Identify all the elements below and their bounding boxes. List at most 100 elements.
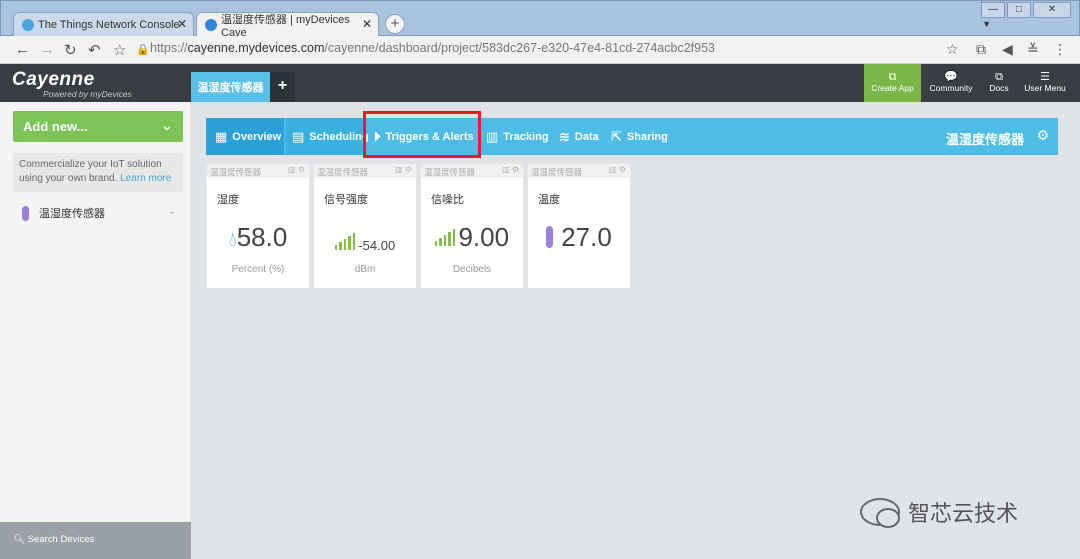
widget-source: 温湿度传感器 — [531, 167, 583, 177]
reload-icon[interactable]: ↻ — [64, 41, 77, 59]
create-app-icon: ⧉ — [888, 71, 897, 83]
gear-icon[interactable]: ⚙ — [405, 165, 412, 174]
thermometer-icon — [546, 226, 554, 248]
cloud-icon — [22, 19, 34, 31]
user-menu-button[interactable]: ☰ User Menu — [1021, 64, 1069, 102]
calendar-icon: ▤ — [292, 128, 305, 144]
widget-signal-strength[interactable]: 温湿度传感器 ▥ ⚙ 信号强度 -54.00 dBm — [313, 163, 417, 289]
chart-icon[interactable]: ▥ — [288, 165, 296, 174]
widget-title: 湿度 — [217, 194, 239, 206]
widget-title: 温度 — [538, 194, 560, 206]
gear-icon[interactable]: ⚙ — [619, 165, 626, 174]
map-icon: ▥ — [486, 128, 499, 144]
widget-unit: Decibels — [452, 264, 492, 275]
water-drop-icon: 💧︎ — [228, 229, 237, 251]
search-devices[interactable]: 🔍︎ Search Devices — [0, 522, 191, 559]
tab-label: Overview — [232, 130, 282, 143]
project-tab[interactable]: 温湿度传感器 — [191, 72, 270, 102]
gear-icon[interactable]: ⚙ — [512, 165, 519, 174]
community-button[interactable]: 💬 Community — [926, 64, 976, 102]
docs-button[interactable]: ⧉ Docs — [985, 64, 1013, 102]
gear-icon[interactable]: ⚙ — [1036, 127, 1049, 144]
user-menu-label: User Menu — [1024, 83, 1066, 93]
watermark-text: 智芯云技术 — [908, 501, 1019, 526]
widget-tools: ▥ ⚙ — [395, 165, 412, 174]
search-devices-label: Search Devices — [27, 534, 95, 545]
new-tab-button[interactable]: + — [385, 14, 405, 34]
create-app-button[interactable]: ⧉ Create App — [864, 64, 921, 102]
widget-title: 信号强度 — [324, 194, 368, 206]
browser-tab-cayenne[interactable]: 温湿度传感器 | myDevices Caye ✕ — [196, 12, 379, 39]
widget-source: 温湿度传感器 — [424, 167, 476, 177]
highlight-box — [363, 111, 481, 158]
tab-scheduling[interactable]: ▤ Scheduling — [286, 118, 369, 155]
cayenne-logo[interactable]: Cayenne — [12, 69, 95, 91]
add-project-button[interactable]: + — [270, 72, 295, 102]
widget-title: 信噪比 — [431, 194, 464, 206]
browser-toolbar: ← → ↻ ↶ ☆ 🔒 https://cayenne.mydevices.co… — [0, 36, 1080, 64]
back-icon[interactable]: ← — [15, 41, 30, 58]
tab-tracking[interactable]: ▥ Tracking — [486, 118, 549, 155]
community-label: Community — [929, 83, 973, 93]
address-bar[interactable]: https://cayenne.mydevices.com/cayenne/da… — [150, 41, 715, 55]
docs-icon: ⧉ — [995, 71, 1003, 83]
close-icon[interactable]: ✕ — [362, 17, 372, 31]
widget-value-text: 27.0 — [561, 222, 612, 252]
share-icon: ⇱ — [611, 128, 622, 144]
widget-tools: ▥ ⚙ — [502, 165, 519, 174]
url-scheme: https:// — [150, 41, 188, 55]
url-path: /cayenne/dashboard/project/583dc267-e320… — [324, 41, 715, 55]
sidebar-device-item[interactable]: 温湿度传感器 — [22, 205, 105, 221]
dashboard-title: 温湿度传感器 — [945, 132, 1024, 147]
close-icon[interactable]: ✕ — [177, 17, 187, 31]
tab-label: Scheduling — [309, 130, 369, 143]
signal-bars-icon — [334, 233, 356, 250]
bookmark-star-icon[interactable]: ☆ — [113, 41, 126, 59]
widget-unit: Percent (%) — [231, 264, 285, 275]
device-name: 温湿度传感器 — [39, 208, 105, 220]
widget-temperature[interactable]: 温湿度传感器 ▥ ⚙ 温度 27.0 — [527, 163, 631, 289]
search-icon: 🔍︎ — [13, 534, 26, 545]
tab-label: Sharing — [626, 130, 668, 143]
tab-label: Tracking — [503, 130, 549, 143]
widget-value-text: -54.00 — [358, 238, 396, 253]
chart-icon[interactable]: ▥ — [502, 165, 510, 174]
watermark: 智芯云技术 — [860, 496, 1018, 528]
kebab-menu-icon[interactable]: ⋮ — [1053, 41, 1067, 58]
widget-value-text: 58.0 — [236, 222, 288, 252]
chevron-down-icon[interactable]: ⌄ — [168, 206, 176, 217]
undo-icon[interactable]: ↶ — [88, 41, 101, 59]
crop-icon[interactable]: ⧉ — [976, 41, 986, 58]
widget-value: -54.00 — [314, 233, 416, 253]
widget-humidity[interactable]: 温湿度传感器 ▥ ⚙ 湿度 💧︎58.0 Percent (%) — [206, 163, 310, 289]
minimize-button[interactable]: — — [981, 2, 1005, 18]
widget-source: 温湿度传感器 — [210, 167, 262, 177]
tab-data[interactable]: ≋ Data — [559, 118, 599, 155]
browser-tab-title: The Things Network Console — [38, 19, 180, 31]
maximize-button[interactable]: □ — [1007, 2, 1031, 18]
forward-icon[interactable]: → — [40, 41, 55, 58]
widget-snr[interactable]: 温湿度传感器 ▥ ⚙ 信噪比 9.00 Decibels — [420, 163, 524, 289]
hamburger-icon: ☰ — [1040, 71, 1050, 83]
widget-value: 9.00 — [421, 222, 523, 253]
tab-overview[interactable]: ▦ Overview — [206, 118, 284, 155]
add-new-button[interactable]: Add new... ⌄ — [13, 111, 183, 142]
chart-icon[interactable]: ▥ — [609, 165, 617, 174]
gear-icon[interactable]: ⚙ — [298, 165, 305, 174]
browser-tabstrip: The Things Network Console ✕ 温湿度传感器 | my… — [0, 0, 1080, 39]
star-icon[interactable]: ☆ — [946, 41, 959, 58]
tab-sharing[interactable]: ⇱ Sharing — [611, 118, 668, 155]
mute-icon[interactable]: ◀ — [1002, 41, 1013, 58]
extension-icon[interactable]: ≚ — [1027, 41, 1039, 58]
widget-header: 温湿度传感器 ▥ ⚙ — [421, 164, 523, 178]
widget-unit: dBm — [354, 264, 376, 275]
chart-icon[interactable]: ▥ — [395, 165, 403, 174]
window-close-button[interactable]: ✕ — [1033, 2, 1071, 18]
tab-label: Data — [574, 130, 599, 143]
learn-more-link[interactable]: Learn more — [120, 173, 171, 184]
widget-value: 💧︎58.0 — [207, 222, 309, 253]
browser-tab-ttn[interactable]: The Things Network Console ✕ — [13, 12, 194, 37]
tab-search-icon[interactable]: ▼ — [982, 19, 991, 29]
lock-icon: 🔒 — [136, 44, 150, 56]
database-icon: ≋ — [559, 128, 570, 144]
